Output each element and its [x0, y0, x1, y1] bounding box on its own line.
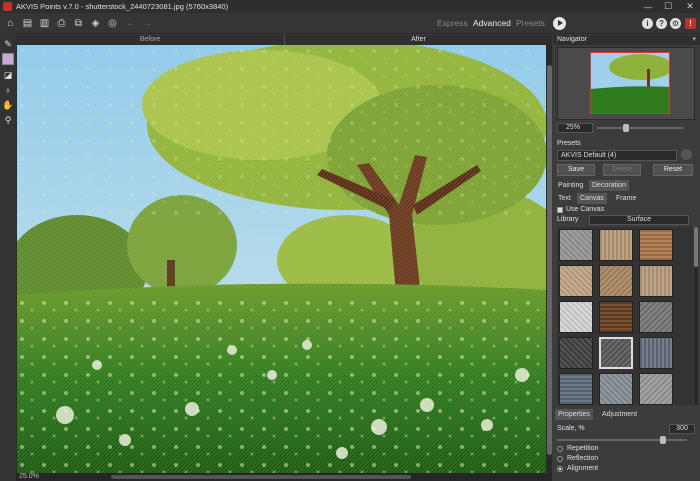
app-logo-icon — [3, 2, 12, 11]
delete-preset-button[interactable]: Delete — [603, 164, 641, 176]
main-toolbar: ⌂ ▤ ▥ ⎙ ⧉ ◈ ◎ ← → Express Advanced Prese… — [0, 13, 700, 34]
settings-panel: Navigator ▾ 25% Presets AKVIS Default (4… — [553, 35, 700, 481]
navigator-header[interactable]: Navigator ▾ — [553, 35, 700, 45]
reflection-label: Reflection — [567, 455, 599, 462]
texture-thumb[interactable] — [639, 337, 673, 369]
texture-thumb[interactable] — [559, 337, 593, 369]
home-icon[interactable]: ⌂ — [3, 16, 18, 31]
texture-thumb[interactable] — [639, 373, 673, 405]
texture-thumb[interactable] — [559, 301, 593, 333]
tab-properties[interactable]: Properties — [555, 409, 593, 420]
scale-label: Scale, % — [557, 425, 585, 432]
mode-presets[interactable]: Presets — [516, 18, 545, 28]
open-file-icon[interactable]: ▤ — [20, 16, 35, 31]
redo-icon[interactable]: → — [140, 16, 155, 31]
alignment-label: Alignment — [567, 465, 599, 472]
tab-frame[interactable]: Frame — [613, 193, 639, 204]
batch-icon[interactable]: ⧉ — [71, 16, 86, 31]
texture-thumb[interactable] — [559, 373, 593, 405]
eraser-icon[interactable]: ◪ — [2, 69, 14, 81]
close-button[interactable]: ✕ — [680, 0, 700, 13]
repetition-radio[interactable] — [557, 446, 563, 452]
use-canvas-label: Use Canvas — [566, 206, 605, 213]
zoom-select[interactable]: 25% — [557, 123, 593, 133]
preset-options-icon[interactable] — [681, 149, 692, 160]
before-after-tabs: Before After — [16, 35, 552, 45]
zoom-status: 25.0% — [19, 473, 39, 480]
reflection-radio[interactable] — [557, 456, 563, 462]
tab-after[interactable]: After — [284, 35, 552, 45]
zoom-slider[interactable] — [597, 127, 683, 129]
texture-scrollbar[interactable] — [694, 227, 698, 405]
brush-icon[interactable]: ✎ — [2, 38, 14, 50]
canvas-vertical-scroll-thumb[interactable] — [547, 65, 552, 455]
canvas-horizontal-scrollbar[interactable] — [111, 475, 411, 479]
collapse-icon[interactable]: ▾ — [692, 35, 696, 45]
tool-panel: ✎ ◪ ♁ ✋ ⚲ — [0, 35, 16, 481]
gear-icon[interactable]: ⚙ — [670, 18, 681, 29]
tab-text[interactable]: Text — [555, 193, 574, 204]
canvas-vertical-scrollbar[interactable] — [547, 45, 552, 473]
history-brush-icon[interactable]: ♁ — [2, 84, 14, 96]
texture-scroll-thumb[interactable] — [694, 227, 698, 267]
share-icon[interactable]: ◈ — [88, 16, 103, 31]
texture-thumb[interactable] — [559, 265, 593, 297]
processed-image[interactable] — [17, 45, 546, 473]
info-icon[interactable]: i — [642, 18, 653, 29]
texture-thumb[interactable] — [639, 265, 673, 297]
navigator-preview[interactable] — [557, 47, 695, 120]
texture-thumb[interactable] — [599, 301, 633, 333]
save-preset-button[interactable]: Save — [557, 164, 595, 176]
window-title: AKVIS Points v.7.0 - shutterstock_244072… — [16, 2, 229, 11]
texture-thumb[interactable] — [599, 229, 633, 261]
undo-icon[interactable]: ← — [124, 16, 139, 31]
alignment-radio[interactable] — [557, 466, 563, 472]
painting-image — [17, 45, 546, 473]
zoom-icon[interactable]: ⚲ — [2, 114, 14, 126]
tab-before[interactable]: Before — [16, 35, 284, 45]
scale-slider-handle[interactable] — [660, 436, 666, 444]
navigator-title: Navigator — [557, 36, 587, 43]
image-canvas-area: Before After 25.0% — [16, 35, 552, 481]
mode-advanced[interactable]: Advanced — [473, 18, 511, 28]
save-file-icon[interactable]: ▥ — [37, 16, 52, 31]
repetition-label: Repetition — [567, 445, 599, 452]
minimize-button[interactable]: — — [638, 0, 658, 13]
library-label: Library — [557, 216, 579, 223]
title-bar: AKVIS Points v.7.0 - shutterstock_244072… — [0, 0, 700, 13]
reset-preset-button[interactable]: Reset — [653, 164, 693, 176]
use-canvas-checkbox[interactable] — [557, 207, 563, 213]
mode-express[interactable]: Express — [437, 18, 468, 28]
color-swatch[interactable] — [2, 53, 14, 65]
library-select[interactable]: Surface — [589, 215, 689, 225]
texture-thumb[interactable] — [639, 301, 673, 333]
settings-file-icon[interactable]: ◎ — [105, 16, 120, 31]
zoom-slider-handle[interactable] — [623, 124, 629, 132]
tab-decoration[interactable]: Decoration — [589, 180, 629, 191]
run-play-icon[interactable] — [553, 17, 566, 30]
notification-icon[interactable]: ! — [685, 18, 696, 29]
tab-adjustment[interactable]: Adjustment — [599, 409, 640, 420]
texture-thumb[interactable] — [639, 229, 673, 261]
texture-thumb-selected[interactable] — [599, 337, 633, 369]
texture-thumb[interactable] — [559, 229, 593, 261]
maximize-button[interactable]: ☐ — [658, 0, 678, 13]
texture-thumb[interactable] — [599, 265, 633, 297]
texture-library-grid — [557, 227, 693, 405]
scale-input[interactable]: 300 — [669, 424, 695, 434]
status-bar: 25.0% — [16, 473, 552, 481]
scale-slider[interactable] — [557, 439, 687, 441]
preset-select[interactable]: AKVIS Default (4) — [557, 150, 677, 161]
help-icon[interactable]: ? — [656, 18, 667, 29]
tab-canvas[interactable]: Canvas — [577, 193, 607, 204]
print-icon[interactable]: ⎙ — [54, 16, 69, 31]
navigator-thumbnail — [591, 53, 669, 113]
hand-icon[interactable]: ✋ — [2, 99, 14, 111]
presets-title: Presets — [557, 140, 581, 147]
texture-thumb[interactable] — [599, 373, 633, 405]
tab-painting[interactable]: Painting — [555, 180, 586, 191]
navigator-viewport-frame[interactable] — [590, 52, 670, 114]
